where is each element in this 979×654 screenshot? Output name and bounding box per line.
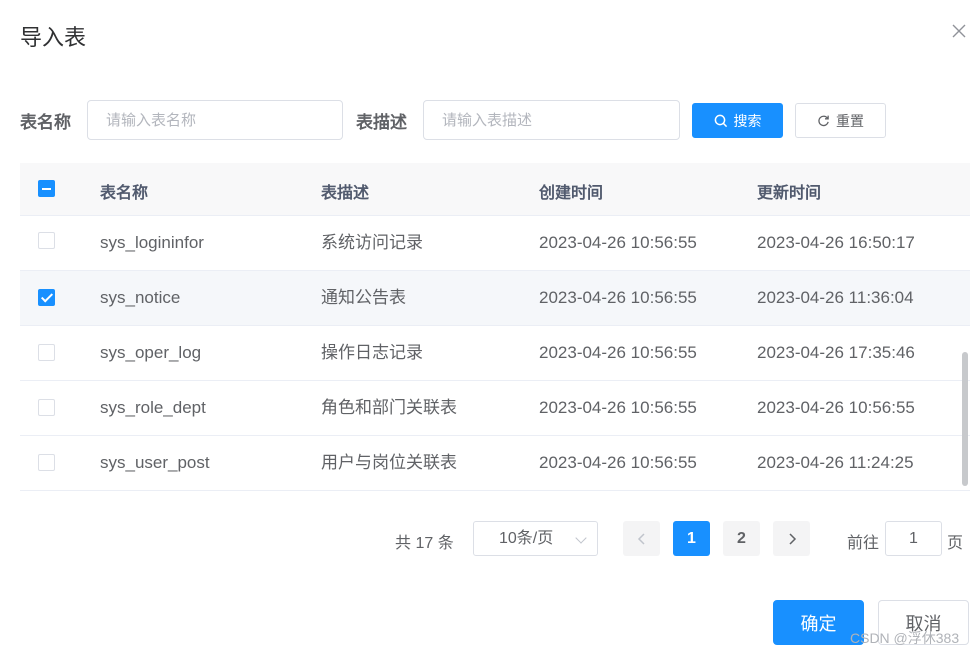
- table-name-label: 表名称: [20, 113, 71, 132]
- row-table-name: sys_user_post: [100, 453, 210, 472]
- row-created-time: 2023-04-26 10:56:55: [539, 233, 697, 252]
- row-checkbox[interactable]: [38, 344, 55, 361]
- column-header-updated: 更新时间: [757, 185, 822, 202]
- refresh-icon: [818, 115, 829, 127]
- search-button[interactable]: 搜索: [692, 103, 783, 138]
- row-updated-time: 2023-04-26 10:56:55: [757, 398, 915, 417]
- page-2-button[interactable]: 2: [723, 521, 760, 556]
- chevron-down-icon: [575, 532, 587, 544]
- row-table-desc: 用户与岗位关联表: [321, 453, 457, 472]
- table-header: 表名称 表描述 创建时间 更新时间: [20, 163, 970, 216]
- goto-page-input[interactable]: [885, 521, 942, 556]
- row-updated-time: 2023-04-26 11:24:25: [757, 453, 914, 472]
- table-row[interactable]: sys_oper_log 操作日志记录 2023-04-26 10:56:55 …: [20, 326, 970, 381]
- row-updated-time: 2023-04-26 16:50:17: [757, 233, 915, 252]
- table-desc-label: 表描述: [356, 113, 407, 132]
- row-checkbox[interactable]: [38, 232, 55, 249]
- next-page-button[interactable]: [773, 521, 810, 556]
- goto-label: 前往: [847, 535, 880, 552]
- row-table-name: sys_notice: [100, 288, 181, 307]
- row-table-desc: 系统访问记录: [321, 233, 423, 252]
- page-1-button[interactable]: 1: [673, 521, 710, 556]
- reset-button[interactable]: 重置: [795, 103, 886, 138]
- column-header-desc: 表描述: [321, 185, 370, 202]
- chevron-right-icon: [788, 532, 796, 545]
- table-row[interactable]: sys_role_dept 角色和部门关联表 2023-04-26 10:56:…: [20, 381, 970, 436]
- column-header-name: 表名称: [100, 185, 149, 202]
- select-all-checkbox[interactable]: [38, 180, 55, 197]
- table-row[interactable]: sys_logininfor 系统访问记录 2023-04-26 10:56:5…: [20, 216, 970, 271]
- column-header-created: 创建时间: [539, 185, 604, 202]
- close-icon[interactable]: [950, 22, 968, 40]
- row-table-name: sys_oper_log: [100, 343, 202, 362]
- row-created-time: 2023-04-26 10:56:55: [539, 398, 697, 417]
- tables-list: 表名称 表描述 创建时间 更新时间 sys_logininfor 系统访问记录 …: [20, 163, 970, 491]
- dialog-title: 导入表: [20, 25, 87, 50]
- row-checkbox[interactable]: [38, 399, 55, 416]
- page-size-select[interactable]: 10条/页: [473, 521, 598, 556]
- row-table-name: sys_logininfor: [100, 233, 204, 252]
- watermark: CSDN @浮休383: [850, 630, 960, 646]
- prev-page-button[interactable]: [623, 521, 660, 556]
- pagination-total: 共 17 条: [395, 535, 454, 552]
- table-desc-input[interactable]: [423, 100, 680, 140]
- row-checkbox[interactable]: [38, 289, 55, 306]
- search-button-label: 搜索: [733, 112, 762, 129]
- table-row[interactable]: sys_user_post 用户与岗位关联表 2023-04-26 10:56:…: [20, 436, 970, 491]
- row-created-time: 2023-04-26 10:56:55: [539, 343, 697, 362]
- page-suffix: 页: [947, 535, 964, 552]
- search-icon: [714, 114, 727, 127]
- row-table-desc: 通知公告表: [321, 288, 406, 307]
- row-updated-time: 2023-04-26 11:36:04: [757, 288, 914, 307]
- table-scrollbar[interactable]: [962, 352, 968, 486]
- reset-button-label: 重置: [836, 112, 864, 129]
- row-table-desc: 操作日志记录: [321, 343, 423, 362]
- row-checkbox[interactable]: [38, 454, 55, 471]
- chevron-left-icon: [637, 532, 645, 545]
- row-created-time: 2023-04-26 10:56:55: [539, 453, 697, 472]
- page-size-value: 10条/页: [499, 530, 554, 547]
- row-created-time: 2023-04-26 10:56:55: [539, 288, 697, 307]
- table-name-input[interactable]: [87, 100, 343, 140]
- row-table-desc: 角色和部门关联表: [321, 398, 457, 417]
- row-updated-time: 2023-04-26 17:35:46: [757, 343, 915, 362]
- row-table-name: sys_role_dept: [100, 398, 206, 417]
- table-row[interactable]: sys_notice 通知公告表 2023-04-26 10:56:55 202…: [20, 271, 970, 326]
